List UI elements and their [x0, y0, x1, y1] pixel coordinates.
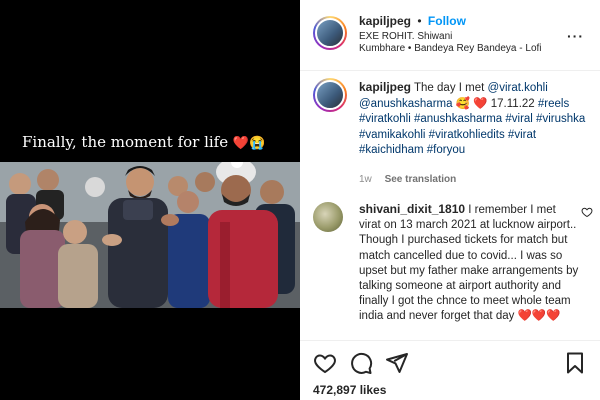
comment-bubble-icon[interactable] [349, 351, 373, 375]
heart-outline-icon[interactable] [581, 206, 593, 218]
mention-anushka[interactable]: @anushkasharma [359, 98, 453, 110]
overlay-text: Finally, the moment for life [22, 133, 229, 151]
caption-meta: 1w See translation [359, 174, 456, 185]
post-media[interactable]: Finally, the moment for life ❤️😭 [0, 0, 300, 400]
separator-dot: • [417, 14, 422, 28]
follow-button[interactable]: Follow [428, 14, 466, 28]
header-top-line: kapiljpeg • Follow [359, 14, 466, 28]
comment-body: I remember I met virat on 13 march 2021 … [359, 204, 579, 323]
video-overlay-text: Finally, the moment for life ❤️😭 [22, 133, 265, 151]
comment-text: shivani_dixit_1810 I remember I met vira… [359, 202, 579, 338]
time-ago: 1w [359, 174, 372, 185]
caption-author-avatar[interactable] [313, 78, 347, 112]
see-translation-link[interactable]: See translation [385, 174, 457, 185]
post-header: kapiljpeg • Follow EXE ROHIT. Shiwani Ku… [300, 0, 600, 71]
overlay-emoji: ❤️😭 [232, 136, 266, 151]
post-location[interactable]: EXE ROHIT. Shiwani [359, 31, 452, 42]
post-actions: 472,897 likes [300, 340, 600, 400]
likes-count[interactable]: 472,897 likes [313, 383, 386, 397]
crowd-photo [0, 162, 300, 308]
audio-track[interactable]: Kumbhare • Bandeya Rey Bandeya - Lofi [359, 43, 542, 54]
post-details-panel: kapiljpeg • Follow EXE ROHIT. Shiwani Ku… [300, 0, 600, 400]
author-avatar[interactable] [313, 16, 347, 50]
heart-outline-icon[interactable] [313, 351, 337, 375]
mention-virat[interactable]: @virat.kohli [488, 82, 548, 94]
caption-body-start: The day I met [414, 82, 485, 94]
caption-text: kapiljpeg The day I met @virat.kohli @an… [359, 80, 591, 159]
commenter-username[interactable]: shivani_dixit_1810 [359, 202, 465, 216]
bookmark-icon[interactable] [563, 351, 587, 375]
paper-plane-icon[interactable] [385, 351, 409, 375]
more-options-icon[interactable]: ··· [567, 28, 584, 44]
caption-username[interactable]: kapiljpeg [359, 80, 411, 94]
video-frame [0, 162, 300, 308]
comment-hearts: ❤️❤️❤️ [517, 310, 561, 323]
commenter-avatar[interactable] [313, 202, 343, 232]
author-username[interactable]: kapiljpeg [359, 14, 411, 28]
caption-heart: ❤️ [473, 97, 488, 110]
caption-emoji: 🥰 [455, 97, 471, 110]
caption-date: 17.11.22 [490, 97, 535, 110]
